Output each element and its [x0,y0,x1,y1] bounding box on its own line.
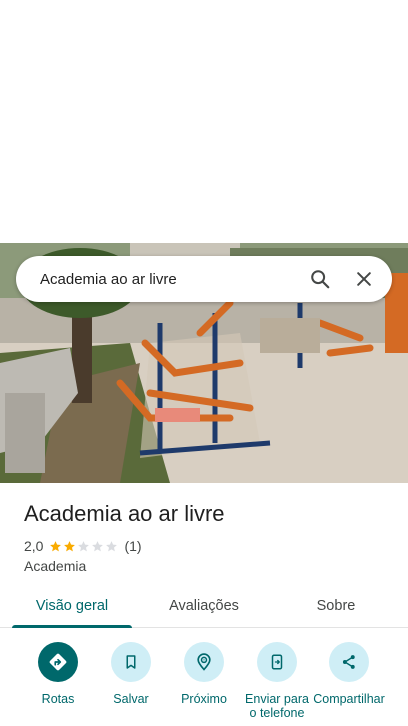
search-bar[interactable]: Academia ao ar livre [16,256,392,302]
tab-active-indicator [12,625,132,628]
action-bar: Rotas Salvar Próximo Enviar para o telef… [0,638,408,726]
search-query[interactable]: Academia ao ar livre [40,271,302,288]
action-label: Salvar [113,692,149,706]
close-icon[interactable] [346,261,382,297]
review-count[interactable]: (1) [124,538,141,554]
star-rating [49,540,119,553]
action-label: Compartilhar [313,692,385,706]
share-button[interactable]: Compartilhar [304,642,394,706]
send-to-phone-icon [257,642,297,682]
tab-bar: Visão geral Avaliações Sobre [0,584,408,628]
directions-icon [38,642,78,682]
tab-label: Sobre [316,597,356,614]
bookmark-icon [111,642,151,682]
tab-about[interactable]: Sobre [264,584,408,627]
tab-reviews[interactable]: Avaliações [144,584,264,627]
map-blank-area [0,0,408,243]
search-icon[interactable] [302,261,338,297]
tab-label: Avaliações [169,597,239,614]
action-label: Enviar para o telefone [245,692,309,720]
nearby-icon [184,642,224,682]
action-label: Rotas [41,692,75,706]
place-category[interactable]: Academia [24,558,394,574]
star-filled-icon [64,540,76,551]
star-empty-icon [78,540,90,551]
rating-value: 2,0 [24,538,44,554]
place-info: Academia ao ar livre 2,0 (1) Academia [24,500,394,574]
star-empty-icon [92,540,104,551]
action-label: Próximo [181,692,227,706]
tab-label: Visão geral [35,597,109,614]
rating-row[interactable]: 2,0 (1) [24,537,394,555]
tab-overview[interactable]: Visão geral [0,584,144,628]
star-empty-icon [106,540,118,551]
place-title: Academia ao ar livre [24,501,225,526]
star-filled-icon [50,540,62,551]
share-icon [329,642,369,682]
